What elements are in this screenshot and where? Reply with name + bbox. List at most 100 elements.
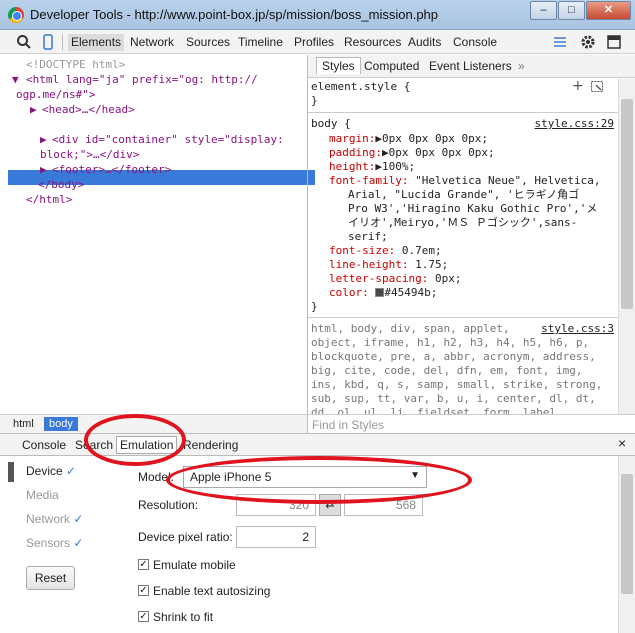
padding-prop: padding:	[329, 146, 382, 159]
model-label: Model:	[138, 470, 175, 484]
crumb-body[interactable]: body	[44, 417, 78, 431]
search-icon[interactable]	[16, 34, 32, 50]
height-rule[interactable]: height:▶100%;	[329, 160, 415, 174]
swap-dimensions-button[interactable]: ⇄	[319, 494, 341, 516]
letter-spacing-rule[interactable]: letter-spacing: 0px;	[329, 272, 461, 286]
head-node[interactable]: <head>…</head>	[42, 102, 135, 117]
tab-drawer-console[interactable]: Console	[22, 438, 66, 452]
dpr-input[interactable]: 2	[236, 526, 316, 548]
reset-rule-source-link[interactable]: style.css:3	[541, 322, 614, 336]
nav-device[interactable]: Device ✓	[26, 464, 76, 478]
div-node-cont[interactable]: block;">…</div>	[40, 147, 139, 162]
shrink-to-fit-checkbox[interactable]: ✓	[138, 611, 149, 622]
dropdown-arrow-icon: ▼	[410, 470, 420, 481]
color-rule[interactable]: color: #45494b;	[329, 286, 437, 300]
letter-spacing-val: 0px;	[434, 272, 462, 285]
tab-sources[interactable]: Sources	[186, 35, 230, 49]
emulation-nav: Device ✓ Media Network ✓ Sensors ✓ Reset	[0, 456, 95, 633]
body-close[interactable]: </body>	[38, 177, 84, 192]
height-val: ▶100%;	[375, 160, 416, 173]
nav-media-label: Media	[26, 488, 59, 502]
add-rule-icon[interactable]: +	[572, 79, 584, 93]
html-node-arrow[interactable]: ▼	[12, 72, 19, 87]
tab-network[interactable]: Network	[130, 35, 174, 49]
tab-drawer-rendering[interactable]: Rendering	[183, 438, 238, 452]
tab-profiles[interactable]: Profiles	[294, 35, 334, 49]
tab-audits[interactable]: Audits	[408, 35, 441, 49]
tab-styles[interactable]: Styles	[316, 57, 361, 74]
styles-filter-input[interactable]: Find in Styles	[308, 414, 635, 433]
footer-node[interactable]: <footer>…</footer>	[52, 162, 171, 177]
div-node[interactable]: <div id="container" style="display:	[52, 132, 284, 147]
element-style-selector: element.style {	[311, 80, 411, 93]
resolution-height-input[interactable]: 568	[344, 494, 423, 516]
tab-drawer-emulation[interactable]: Emulation	[116, 436, 178, 454]
text-autosizing-checkbox[interactable]: ✓	[138, 585, 149, 596]
reset-button[interactable]: Reset	[26, 566, 75, 590]
model-select[interactable]: Apple iPhone 5 ▼	[183, 466, 427, 488]
drawer-scrollbar[interactable]	[618, 456, 635, 633]
crumb-html[interactable]: html	[8, 417, 39, 431]
line-height-rule[interactable]: line-height: 1.75;	[329, 258, 448, 272]
resolution-width-input[interactable]: 320	[236, 494, 316, 516]
device-mode-icon[interactable]	[40, 34, 56, 50]
emulate-mobile-checkbox[interactable]: ✓	[138, 559, 149, 570]
scrollbar-thumb[interactable]	[621, 99, 633, 309]
show-drawer-icon[interactable]	[552, 34, 568, 50]
line-height-prop: line-height:	[329, 258, 409, 271]
chrome-logo-icon	[8, 7, 24, 23]
resolution-label: Resolution:	[138, 498, 199, 512]
tab-event-listeners[interactable]: Event Listeners	[429, 59, 512, 73]
maximize-button[interactable]: □	[558, 1, 585, 20]
html-node-cont[interactable]: ogp.me/ns#">	[16, 87, 95, 102]
emulate-mobile-label: Emulate mobile	[153, 558, 236, 572]
close-button[interactable]: ✕	[586, 1, 631, 20]
minimize-button[interactable]: –	[530, 1, 557, 20]
nav-sensors[interactable]: Sensors ✓	[26, 536, 83, 550]
tab-computed[interactable]: Computed	[364, 59, 419, 73]
body-arrow[interactable]: ▼	[28, 117, 35, 132]
more-tabs-icon[interactable]: »	[518, 59, 525, 73]
tab-timeline[interactable]: Timeline	[238, 35, 283, 49]
gear-icon[interactable]	[580, 34, 596, 50]
letter-spacing-prop: letter-spacing:	[329, 272, 429, 285]
padding-rule[interactable]: padding:▶0px 0px 0px 0px;	[329, 146, 495, 160]
head-arrow[interactable]: ▶	[30, 102, 37, 117]
dock-icon[interactable]	[606, 34, 622, 50]
emulation-panel: Device ✓ Media Network ✓ Sensors ✓ Reset…	[0, 456, 635, 633]
drawer-tabs: Console Search Emulation Rendering ×	[0, 433, 635, 456]
reset-selector-7: dd, ol, ul, li, fieldset, form, label,	[311, 406, 563, 414]
scrollbar-thumb[interactable]	[621, 474, 633, 594]
element-style-close: }	[311, 94, 318, 107]
reset-selector-3: blockquote, pre, a, abbr, acronym, addre…	[311, 350, 596, 363]
html-node[interactable]: <html lang="ja" prefix="og: http://	[26, 72, 258, 87]
font-size-rule[interactable]: font-size: 0.7em;	[329, 244, 442, 258]
body-node[interactable]: <body data-twttr-rendered="true">	[40, 117, 259, 132]
nav-network[interactable]: Network ✓	[26, 512, 83, 526]
styles-scrollbar[interactable]	[618, 79, 635, 414]
div-arrow[interactable]: ▶	[40, 132, 47, 147]
toggle-state-icon[interactable]	[591, 81, 603, 92]
footer-arrow[interactable]: ▶	[40, 162, 47, 177]
line-height-val: 1.75;	[415, 258, 449, 271]
font-family-val-5: serif;	[348, 230, 388, 243]
close-drawer-icon[interactable]: ×	[618, 435, 626, 451]
tab-console[interactable]: Console	[453, 35, 497, 49]
color-prop: color:	[329, 286, 369, 299]
font-family-val-3: Pro W3','Hiragino Kaku Gothic Pro','メ	[348, 202, 598, 215]
nav-media[interactable]: Media	[26, 488, 59, 502]
breadcrumb: html body	[0, 414, 307, 433]
tab-drawer-search[interactable]: Search	[75, 438, 113, 452]
html-close[interactable]: </html>	[26, 192, 72, 207]
body-rule-source-link[interactable]: style.css:29	[535, 117, 614, 131]
margin-rule[interactable]: margin:▶0px 0px 0px 0px;	[329, 132, 488, 146]
sidebar-tabs: Styles Computed Event Listeners »	[308, 55, 635, 78]
doctype-node[interactable]: <!DOCTYPE html>	[26, 57, 125, 72]
tab-elements[interactable]: Elements	[68, 34, 125, 51]
nav-sensors-label: Sensors	[26, 536, 71, 550]
tab-resources[interactable]: Resources	[344, 35, 401, 49]
title-bar: Developer Tools - http://www.point-box.j…	[0, 0, 635, 30]
font-family-prop: font-family:	[329, 174, 409, 187]
font-family-rule[interactable]: font-family: "Helvetica Neue", Helvetica…	[329, 174, 601, 188]
nav-selected-bar	[8, 462, 14, 482]
